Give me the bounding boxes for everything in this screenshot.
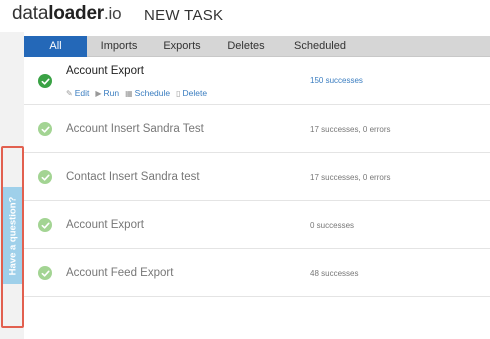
schedule-action[interactable]: ▦ Schedule <box>125 88 170 98</box>
logo-part-loader: loader <box>48 3 105 24</box>
success-check-icon <box>38 266 52 280</box>
edit-action-label: Edit <box>74 88 90 98</box>
task-row[interactable]: Account Export 0 successes <box>24 201 490 249</box>
schedule-action-label: Schedule <box>134 88 171 98</box>
logo-part-data: data <box>12 3 49 24</box>
calendar-icon: ▦ <box>125 88 133 98</box>
task-status[interactable]: 48 successes <box>310 269 358 278</box>
have-a-question-label: Have a question? <box>7 196 18 275</box>
tab-all[interactable]: All <box>24 36 87 57</box>
task-status[interactable]: 17 successes, 0 errors <box>310 173 390 182</box>
task-name[interactable]: Account Insert Sandra Test <box>66 123 204 135</box>
run-action[interactable]: ▶ Run <box>95 88 119 98</box>
tab-deletes[interactable]: Deletes <box>213 36 279 57</box>
pencil-icon: ✎ <box>66 88 73 98</box>
tab-exports[interactable]: Exports <box>151 36 213 57</box>
task-name[interactable]: Account Feed Export <box>66 267 173 279</box>
task-name[interactable]: Account Export <box>66 219 144 231</box>
dataloader-logo[interactable]: dataloader.io <box>12 2 122 26</box>
logo-part-io: .io <box>104 4 122 23</box>
tab-scheduled[interactable]: Scheduled <box>279 36 361 57</box>
header: dataloader.io NEW TASK <box>0 0 490 32</box>
have-a-question-tab[interactable]: Have a question? <box>3 187 22 284</box>
delete-action[interactable]: ▯ Delete <box>176 88 207 98</box>
task-row[interactable]: Contact Insert Sandra test 17 successes,… <box>24 153 490 201</box>
run-action-label: Run <box>103 88 120 98</box>
task-name[interactable]: Contact Insert Sandra test <box>66 171 200 183</box>
task-row[interactable]: Account Insert Sandra Test 17 successes,… <box>24 105 490 153</box>
page: dataloader.io NEW TASK Have a question? … <box>0 0 490 339</box>
trash-icon: ▯ <box>176 88 181 98</box>
success-check-icon <box>38 170 52 184</box>
success-check-icon <box>38 218 52 232</box>
edit-action[interactable]: ✎ Edit <box>66 88 89 98</box>
success-check-icon <box>38 122 52 136</box>
task-status[interactable]: 17 successes, 0 errors <box>310 125 390 134</box>
task-actions: ✎ Edit ▶ Run ▦ Schedule ▯ Delete <box>66 88 207 98</box>
delete-action-label: Delete <box>182 88 208 98</box>
task-status[interactable]: 150 successes <box>310 76 363 85</box>
new-task-link[interactable]: NEW TASK <box>144 7 223 24</box>
success-check-icon <box>38 74 52 88</box>
task-filter-tabs: All Imports Exports Deletes Scheduled <box>24 36 490 57</box>
task-name[interactable]: Account Export <box>66 65 144 77</box>
play-icon: ▶ <box>95 88 102 98</box>
task-row[interactable]: Account Feed Export 48 successes <box>24 249 490 297</box>
task-status[interactable]: 0 successes <box>310 221 354 230</box>
task-row[interactable]: Account Export 150 successes ✎ Edit ▶ Ru… <box>24 57 490 105</box>
tab-imports[interactable]: Imports <box>87 36 151 57</box>
